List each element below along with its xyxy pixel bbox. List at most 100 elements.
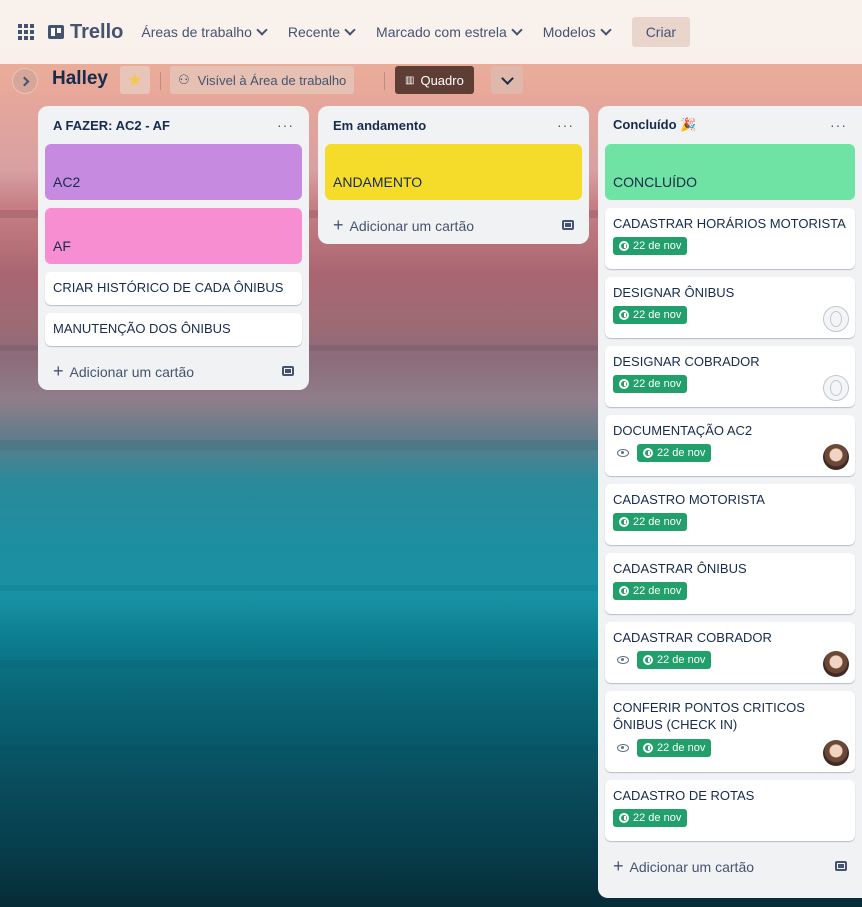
card[interactable]: CADASTRO MOTORISTA 22 de nov bbox=[605, 484, 855, 545]
card-badges: 22 de nov bbox=[613, 375, 847, 393]
clock-icon bbox=[619, 379, 629, 389]
nav-workspaces[interactable]: Áreas de trabalho bbox=[141, 24, 268, 40]
avatar[interactable] bbox=[823, 375, 849, 401]
card[interactable]: DESIGNAR ÔNIBUS 22 de nov bbox=[605, 277, 855, 338]
app-switcher-icon[interactable] bbox=[18, 24, 34, 40]
card-title: CADASTRO MOTORISTA bbox=[613, 492, 765, 507]
due-date-badge[interactable]: 22 de nov bbox=[613, 809, 688, 827]
list-menu-icon[interactable]: ··· bbox=[557, 117, 574, 133]
card[interactable]: MANUTENÇÃO DOS ÔNIBUS bbox=[45, 313, 302, 346]
visibility-label: Visível à Área de trabalho bbox=[197, 72, 347, 88]
nav-templates[interactable]: Modelos bbox=[543, 24, 612, 40]
avatar[interactable] bbox=[823, 651, 849, 677]
nav-recent[interactable]: Recente bbox=[288, 24, 356, 40]
due-date-text: 22 de nov bbox=[633, 585, 682, 597]
create-button[interactable]: Criar bbox=[631, 17, 691, 47]
list-header[interactable]: A FAZER: AC2 - AF ··· bbox=[45, 106, 302, 144]
cover-card[interactable]: ANDAMENTO bbox=[325, 144, 582, 200]
card-title: DOCUMENTAÇÃO AC2 bbox=[613, 423, 753, 438]
due-date-text: 22 de nov bbox=[657, 447, 706, 459]
due-date-text: 22 de nov bbox=[633, 516, 682, 528]
list-title[interactable]: Concluído 🎉 bbox=[613, 117, 696, 133]
card-title: CADASTRAR ÔNIBUS bbox=[613, 561, 747, 576]
template-icon[interactable] bbox=[282, 366, 294, 376]
card[interactable]: CADASTRAR ÔNIBUS 22 de nov bbox=[605, 553, 855, 614]
view-switcher-button[interactable] bbox=[491, 66, 523, 94]
list-menu-icon[interactable]: ··· bbox=[277, 117, 294, 133]
due-date-badge[interactable]: 22 de nov bbox=[637, 444, 712, 462]
divider bbox=[384, 72, 385, 90]
list-in-progress: Em andamento ··· ANDAMENTO + Adicionar um… bbox=[318, 106, 589, 244]
due-date-badge[interactable]: 22 de nov bbox=[637, 651, 712, 669]
due-date-text: 22 de nov bbox=[633, 309, 682, 321]
avatar[interactable] bbox=[823, 740, 849, 766]
add-card-button[interactable]: + Adicionar um cartão bbox=[333, 215, 474, 236]
due-date-text: 22 de nov bbox=[657, 742, 706, 754]
chevron-down-icon bbox=[500, 71, 514, 85]
card[interactable]: CADASTRO DE ROTAS 22 de nov bbox=[605, 780, 855, 841]
card-badges: 22 de nov bbox=[613, 444, 847, 462]
due-date-badge[interactable]: 22 de nov bbox=[637, 739, 712, 757]
due-date-badge[interactable]: 22 de nov bbox=[613, 306, 688, 324]
list-menu-icon[interactable]: ··· bbox=[830, 117, 847, 133]
add-card-button[interactable]: + Adicionar um cartão bbox=[613, 856, 754, 877]
due-date-badge[interactable]: 22 de nov bbox=[613, 513, 688, 531]
trello-logo-icon bbox=[48, 25, 64, 39]
clock-icon bbox=[619, 310, 629, 320]
list-header[interactable]: Concluído 🎉 ··· bbox=[605, 106, 855, 144]
board-header: Halley ★ ⚇ Visível à Área de trabalho ▥ … bbox=[0, 64, 862, 98]
list-title[interactable]: A FAZER: AC2 - AF bbox=[53, 118, 170, 133]
due-date-badge[interactable]: 22 de nov bbox=[613, 582, 688, 600]
visibility-button[interactable]: ⚇ Visível à Área de trabalho bbox=[170, 66, 355, 94]
list-todo: A FAZER: AC2 - AF ··· AC2 AF CRIAR HISTÓ… bbox=[38, 106, 309, 390]
list-header[interactable]: Em andamento ··· bbox=[325, 106, 582, 144]
clock-icon bbox=[619, 241, 629, 251]
cover-card[interactable]: AF bbox=[45, 208, 302, 264]
due-date-badge[interactable]: 22 de nov bbox=[613, 237, 688, 255]
template-icon[interactable] bbox=[562, 220, 574, 230]
card[interactable]: DOCUMENTAÇÃO AC2 22 de nov bbox=[605, 415, 855, 476]
card-badges: 22 de nov bbox=[613, 651, 847, 669]
cover-card[interactable]: CONCLUÍDO bbox=[605, 144, 855, 200]
clock-icon bbox=[619, 586, 629, 596]
card[interactable]: CADASTRAR COBRADOR 22 de nov bbox=[605, 622, 855, 683]
star-board-button[interactable]: ★ bbox=[120, 66, 150, 94]
board-view-label: Quadro bbox=[420, 72, 464, 88]
card-title: CONFERIR PONTOS CRITICOS ÔNIBUS (CHECK I… bbox=[613, 700, 805, 732]
clock-icon bbox=[643, 655, 653, 665]
board-title[interactable]: Halley bbox=[52, 68, 108, 90]
board-view-button[interactable]: ▥ Quadro bbox=[395, 66, 474, 94]
logo-text: Trello bbox=[70, 20, 124, 43]
due-date-badge[interactable]: 22 de nov bbox=[613, 375, 688, 393]
add-card-button[interactable]: + Adicionar um cartão bbox=[53, 361, 194, 382]
add-card-row: + Adicionar um cartão bbox=[605, 849, 855, 883]
sidebar-expand-button[interactable] bbox=[12, 68, 38, 94]
clock-icon bbox=[643, 448, 653, 458]
card-badges: 22 de nov bbox=[613, 739, 847, 757]
watch-icon bbox=[617, 744, 629, 752]
chevron-right-icon bbox=[19, 76, 29, 86]
avatar[interactable] bbox=[823, 306, 849, 332]
clock-icon bbox=[619, 813, 629, 823]
watch-icon bbox=[617, 656, 629, 664]
list-title[interactable]: Em andamento bbox=[333, 118, 426, 133]
card-title: CRIAR HISTÓRICO DE CADA ÔNIBUS bbox=[53, 280, 284, 295]
add-card-row: + Adicionar um cartão bbox=[45, 354, 302, 388]
chevron-down-icon bbox=[256, 24, 268, 36]
card[interactable]: DESIGNAR COBRADOR 22 de nov bbox=[605, 346, 855, 407]
due-date-text: 22 de nov bbox=[633, 240, 682, 252]
card-title: CONCLUÍDO bbox=[613, 174, 698, 190]
cover-card[interactable]: AC2 bbox=[45, 144, 302, 200]
avatar[interactable] bbox=[823, 444, 849, 470]
divider bbox=[160, 72, 161, 90]
card-badges: 22 de nov bbox=[613, 809, 847, 827]
add-card-row: + Adicionar um cartão bbox=[325, 208, 582, 242]
card[interactable]: CONFERIR PONTOS CRITICOS ÔNIBUS (CHECK I… bbox=[605, 691, 855, 772]
template-icon[interactable] bbox=[835, 861, 847, 871]
due-date-text: 22 de nov bbox=[657, 654, 706, 666]
nav-starred-label: Marcado com estrela bbox=[376, 24, 507, 40]
nav-starred[interactable]: Marcado com estrela bbox=[376, 24, 523, 40]
trello-logo[interactable]: Trello bbox=[48, 21, 123, 44]
card[interactable]: CRIAR HISTÓRICO DE CADA ÔNIBUS bbox=[45, 272, 302, 305]
card[interactable]: CADASTRAR HORÁRIOS MOTORISTA 22 de nov bbox=[605, 208, 855, 269]
